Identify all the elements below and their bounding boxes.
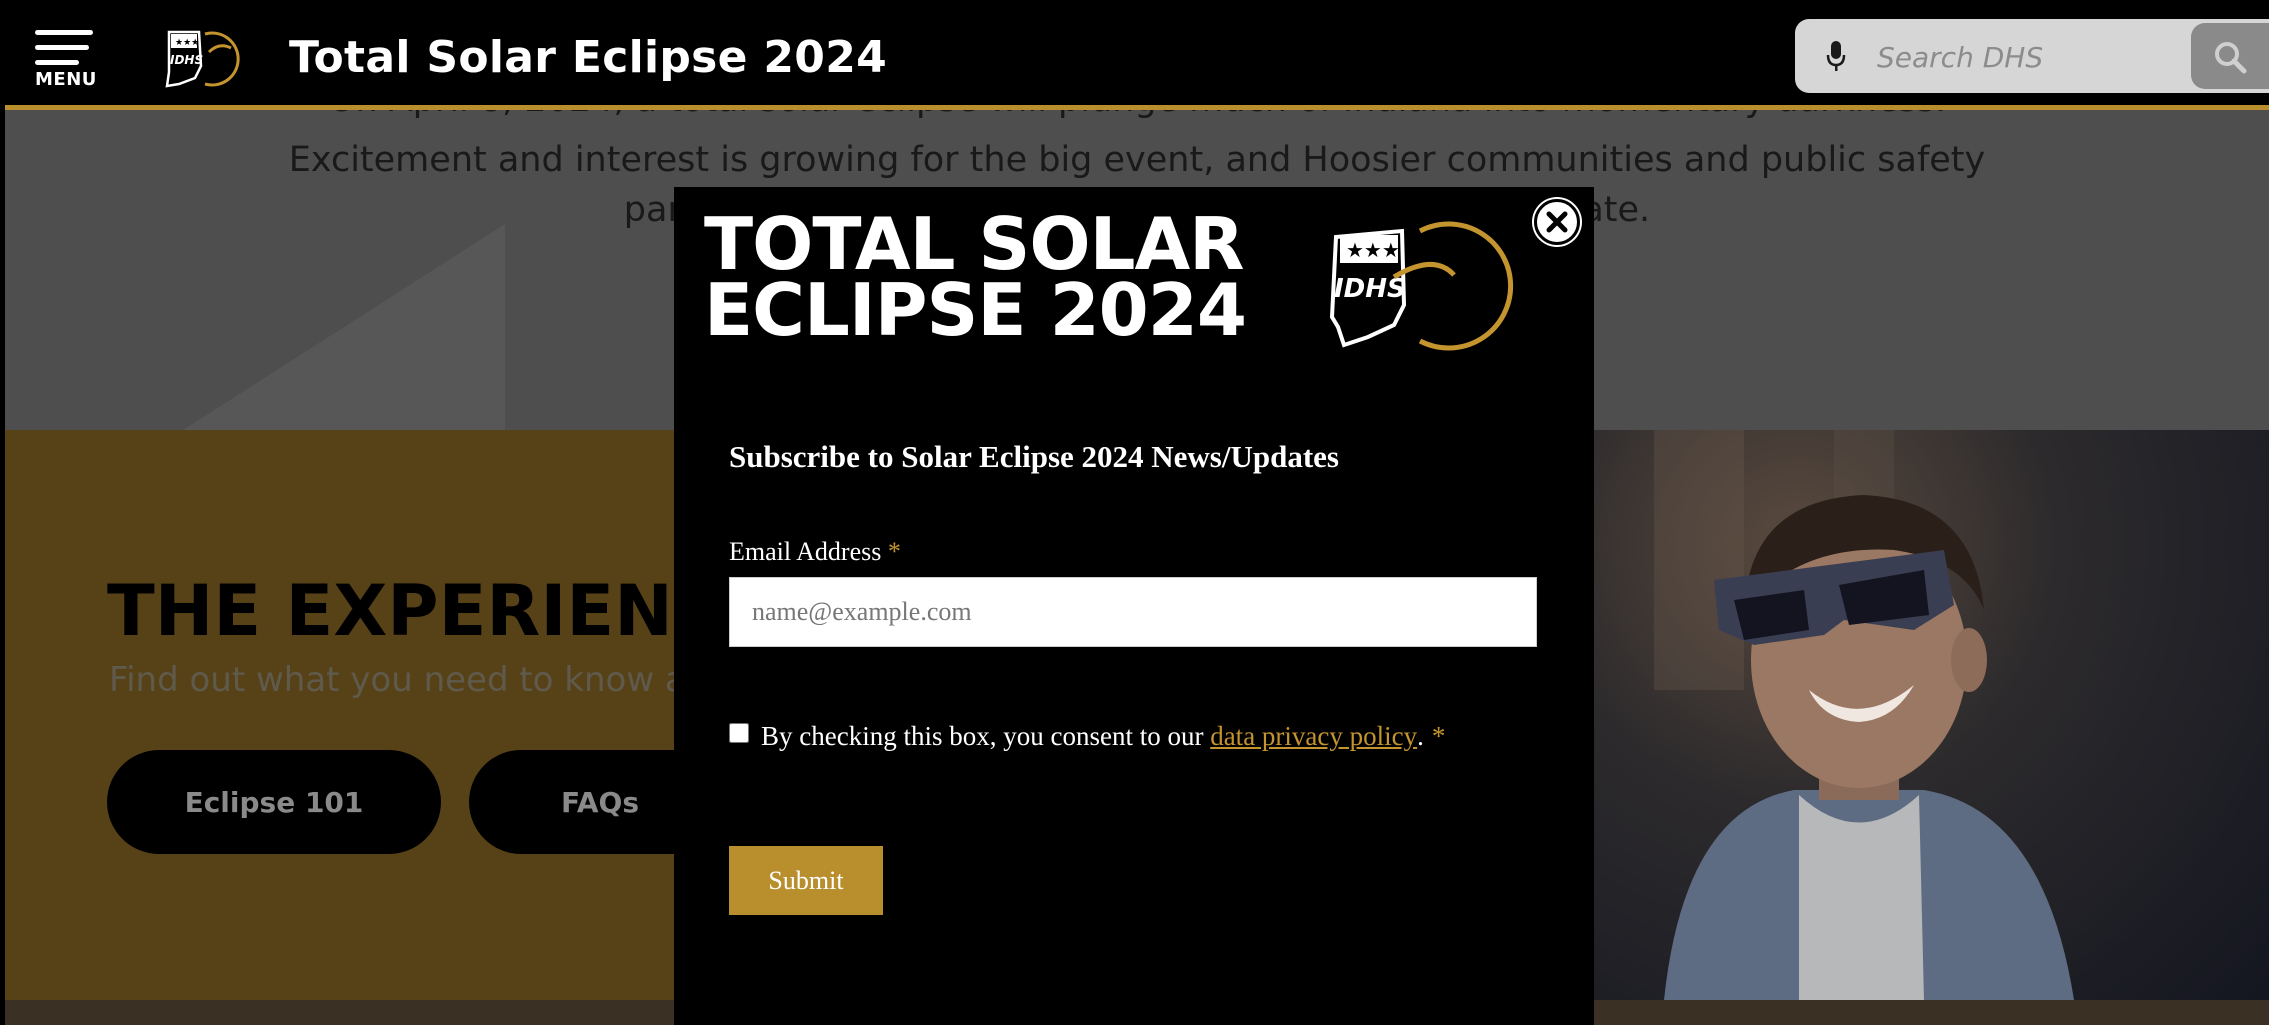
- person-with-eclipse-glasses-image: [1654, 430, 2074, 1000]
- hamburger-icon: [35, 30, 93, 35]
- decorative-shape: [5, 224, 505, 430]
- search-input[interactable]: Search DHS: [1877, 41, 2043, 74]
- site-title[interactable]: Total Solar Eclipse 2024: [289, 32, 887, 83]
- consent-row: By checking this box, you consent to our…: [729, 721, 1445, 752]
- microphone-icon[interactable]: [1825, 39, 1847, 73]
- menu-label: MENU: [35, 69, 97, 90]
- required-mark: *: [1431, 721, 1446, 751]
- experience-title: THE EXPERIENCE: [107, 570, 772, 652]
- idhs-logo[interactable]: ★★★ IDHS: [161, 22, 261, 94]
- hamburger-icon-bar: [35, 45, 89, 50]
- eclipse-viewer-photo: [1594, 430, 2269, 1000]
- required-mark: *: [887, 537, 901, 566]
- subscribe-heading: Subscribe to Solar Eclipse 2024 News/Upd…: [729, 439, 1339, 474]
- hamburger-icon-bar: [35, 60, 79, 65]
- modal-title-line-2: ECLIPSE 2024: [704, 268, 1247, 352]
- close-button[interactable]: [1534, 199, 1580, 245]
- intro-text-line-2: Excitement and interest is growing for t…: [288, 140, 1986, 180]
- idhs-logo: ★★★ IDHS: [1329, 221, 1514, 351]
- search-icon: [2215, 42, 2247, 74]
- consent-checkbox[interactable]: [729, 722, 749, 743]
- subscribe-modal: TOTAL SOLAR ECLIPSE 2024 ★★★ IDHS Subscr…: [674, 187, 1594, 1025]
- email-label-text: Email Address: [729, 537, 882, 566]
- search-bar: Search DHS: [1795, 19, 2269, 93]
- svg-text:★★★: ★★★: [175, 38, 199, 48]
- site-header: MENU ★★★ IDHS Total Solar Eclipse 2024 S…: [5, 4, 2269, 110]
- consent-suffix: .: [1417, 721, 1424, 751]
- consent-text: By checking this box, you consent to our: [761, 721, 1211, 751]
- svg-text:IDHS: IDHS: [170, 53, 203, 67]
- svg-text:★★★: ★★★: [1346, 238, 1400, 262]
- menu-button[interactable]: MENU: [31, 24, 101, 94]
- close-icon: [1546, 211, 1568, 233]
- submit-button[interactable]: Submit: [729, 846, 883, 915]
- modal-title: TOTAL SOLAR ECLIPSE 2024: [704, 208, 1274, 352]
- search-button[interactable]: [2191, 23, 2269, 89]
- eclipse-101-button[interactable]: Eclipse 101: [107, 750, 441, 854]
- email-label: Email Address *: [729, 537, 901, 567]
- privacy-policy-link[interactable]: data privacy policy: [1210, 721, 1417, 752]
- email-input[interactable]: [729, 577, 1537, 647]
